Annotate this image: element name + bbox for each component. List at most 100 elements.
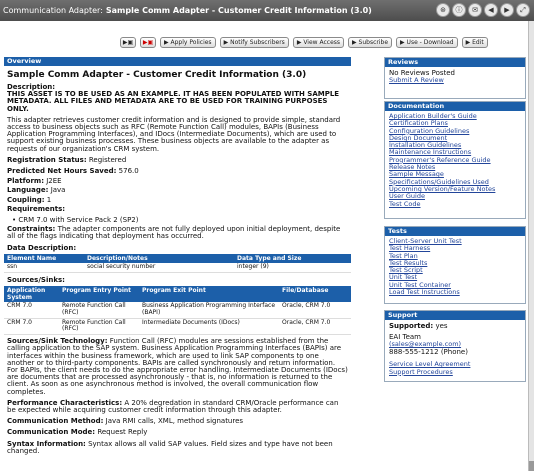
app-window: { "window": {"title_prefix": "Communicat…: [0, 0, 534, 471]
language-value: Java: [50, 186, 66, 195]
apply-policies-button[interactable]: ▶ Apply Policies: [160, 37, 216, 48]
language-label: Language:: [7, 186, 49, 195]
documentation-panel: Documentation Application Builder's Guid…: [384, 101, 526, 219]
column-header: Data Type and Size: [234, 254, 351, 264]
table-cell: social security number: [84, 263, 234, 274]
coupling-label: Coupling:: [7, 195, 45, 204]
table-row: ssn social security number integer (9): [4, 263, 351, 274]
table-cell: CRM 7.0: [4, 318, 59, 336]
support-panel: Support Supported: yes EAI Team (sales@e…: [384, 310, 526, 382]
reviews-body: No Reviews Posted Submit A Review: [385, 67, 525, 87]
tests-header: Tests: [385, 227, 525, 236]
tests-panel: Tests Client-Server Unit Test Test Harne…: [384, 226, 526, 304]
requirements-label: Requirements:: [7, 205, 66, 214]
coupling-value: 1: [46, 195, 52, 204]
constraints: Constraints: The adapter components are …: [7, 224, 348, 241]
forward-icon[interactable]: ▶: [500, 3, 514, 17]
sink-technology: Sources/Sink Technology: Function Call (…: [7, 338, 348, 396]
hours-saved: Predicted Net Hours Saved: 576.0: [7, 168, 348, 176]
table-cell: Business Application Programming Interfa…: [139, 302, 279, 319]
action-toolbar: ▶▣ ▶▣ ▶ Apply Policies ▶ Notify Subscrib…: [120, 37, 488, 48]
support-procedures-link[interactable]: Support Procedures: [389, 368, 521, 376]
support-header: Support: [385, 311, 525, 320]
back-icon[interactable]: ◀: [484, 3, 498, 17]
table-cell: Intermediate Documents (IDocs): [139, 318, 279, 336]
method-value: Java RMI calls, XML, method signatures: [105, 417, 244, 426]
registration-status: Registration Status: Registered: [7, 155, 348, 165]
window-title: Sample Comm Adapter - Customer Credit In…: [105, 6, 372, 15]
table-header-row: Application System Program Entry Point P…: [4, 286, 351, 303]
table-cell: Oracle, CRM 7.0: [279, 302, 351, 319]
overview-header: Overview: [4, 57, 351, 66]
platform-label: Platform:: [7, 176, 44, 185]
column-header: Description/Notes: [84, 254, 234, 264]
support-email-link[interactable]: (sales@example.com): [389, 340, 521, 348]
table-row: CRM 7.0 Remote Function Call (RFC) Inter…: [4, 318, 351, 336]
description-warning: THIS ASSET IS TO BE USED AS AN EXAMPLE. …: [7, 90, 340, 113]
requirements-item: • CRM 7.0 with Service Pack 2 (SP2): [12, 215, 139, 224]
export-icon[interactable]: ▶▣: [120, 37, 136, 48]
table-header-row: Element Name Description/Notes Data Type…: [4, 254, 351, 264]
tech-value: Function Call (RFC) modules are sessions…: [7, 337, 348, 396]
table-cell: integer (9): [234, 263, 351, 274]
documentation-links: Application Builder's Guide Certificatio…: [385, 111, 525, 211]
documentation-header: Documentation: [385, 102, 525, 111]
test-link[interactable]: Load Test Instructions: [389, 288, 521, 296]
language: Language: Java: [7, 187, 348, 195]
view-access-button[interactable]: ▶ View Access: [292, 37, 345, 48]
column-header: Application System: [4, 286, 59, 303]
mode-label: Communication Mode:: [7, 428, 96, 437]
platform: Platform: J2EE: [7, 176, 348, 186]
mail-icon[interactable]: ✉: [468, 3, 482, 17]
hours-label: Predicted Net Hours Saved:: [7, 167, 117, 176]
sources-label: Sources/Sinks:: [7, 276, 65, 285]
sources-table: Application System Program Entry Point P…: [4, 286, 351, 336]
column-header: Element Name: [4, 254, 84, 264]
notify-subscribers-button[interactable]: ▶ Notify Subscribers: [219, 37, 289, 48]
supported-value: yes: [435, 322, 448, 330]
description: Description: THIS ASSET IS TO BE USED AS…: [7, 83, 348, 113]
column-header: Program Exit Point: [139, 286, 279, 303]
edit-button[interactable]: ▶ Edit: [461, 37, 488, 48]
performance: Performance Characteristics: A 20% degre…: [7, 399, 348, 414]
description-body: This adapter retrieves customer credit i…: [7, 115, 341, 153]
syntax-info: Syntax Information: Syntax allows all va…: [7, 440, 348, 455]
registration-label: Registration Status:: [7, 155, 87, 164]
platform-value: J2EE: [46, 176, 62, 185]
column-header: Program Entry Point: [59, 286, 139, 303]
title-bar-icons: ⊛ ⓘ ✉ ◀ ▶ ⤢: [436, 3, 530, 17]
pdf-icon[interactable]: ▶▣: [140, 37, 156, 48]
data-description-table: Element Name Description/Notes Data Type…: [4, 254, 351, 274]
supported-row: Supported: yes: [389, 322, 521, 330]
support-body: Supported: yes EAI Team (sales@example.c…: [385, 320, 525, 379]
table-cell: Oracle, CRM 7.0: [279, 318, 351, 336]
title-bar: Communication Adapter: Sample Comm Adapt…: [0, 0, 534, 21]
doc-link[interactable]: Test Code: [389, 200, 521, 208]
communication-mode: Communication Mode: Request Reply: [7, 429, 348, 436]
table-row: CRM 7.0 Remote Function Call (RFC) Busin…: [4, 302, 351, 319]
reviews-panel: Reviews No Reviews Posted Submit A Revie…: [384, 57, 526, 99]
constraints-value: The adapter components are not fully dep…: [7, 224, 341, 241]
registration-value: Registered: [88, 155, 127, 164]
data-description-label: Data Description:: [7, 244, 77, 253]
scrollbar-thumb[interactable]: [529, 461, 534, 471]
hours-value: 576.0: [118, 167, 139, 176]
overview-panel: Overview Sample Comm Adapter - Customer …: [4, 57, 351, 471]
table-cell: Remote Function Call (RFC): [59, 302, 139, 319]
vertical-scrollbar[interactable]: [528, 21, 534, 471]
supported-label: Supported:: [389, 322, 434, 330]
submit-review-link[interactable]: Submit A Review: [389, 76, 521, 84]
info-icon[interactable]: ⓘ: [452, 3, 466, 17]
subscribe-button[interactable]: ▶ Subscribe: [348, 37, 393, 48]
use-download-button[interactable]: ▶ Use - Download: [396, 37, 458, 48]
table-cell: CRM 7.0: [4, 302, 59, 319]
column-header: File/Database: [279, 286, 351, 303]
mode-value: Request Reply: [97, 428, 148, 437]
help-icon[interactable]: ⊛: [436, 3, 450, 17]
expand-icon[interactable]: ⤢: [516, 3, 530, 17]
support-phone: 888-555-1212 (Phone): [389, 348, 468, 357]
reviews-header: Reviews: [385, 58, 525, 67]
table-cell: Remote Function Call (RFC): [59, 318, 139, 336]
tests-links: Client-Server Unit Test Test Harness Tes…: [385, 236, 525, 299]
asset-title: Sample Comm Adapter - Customer Credit In…: [7, 70, 307, 80]
